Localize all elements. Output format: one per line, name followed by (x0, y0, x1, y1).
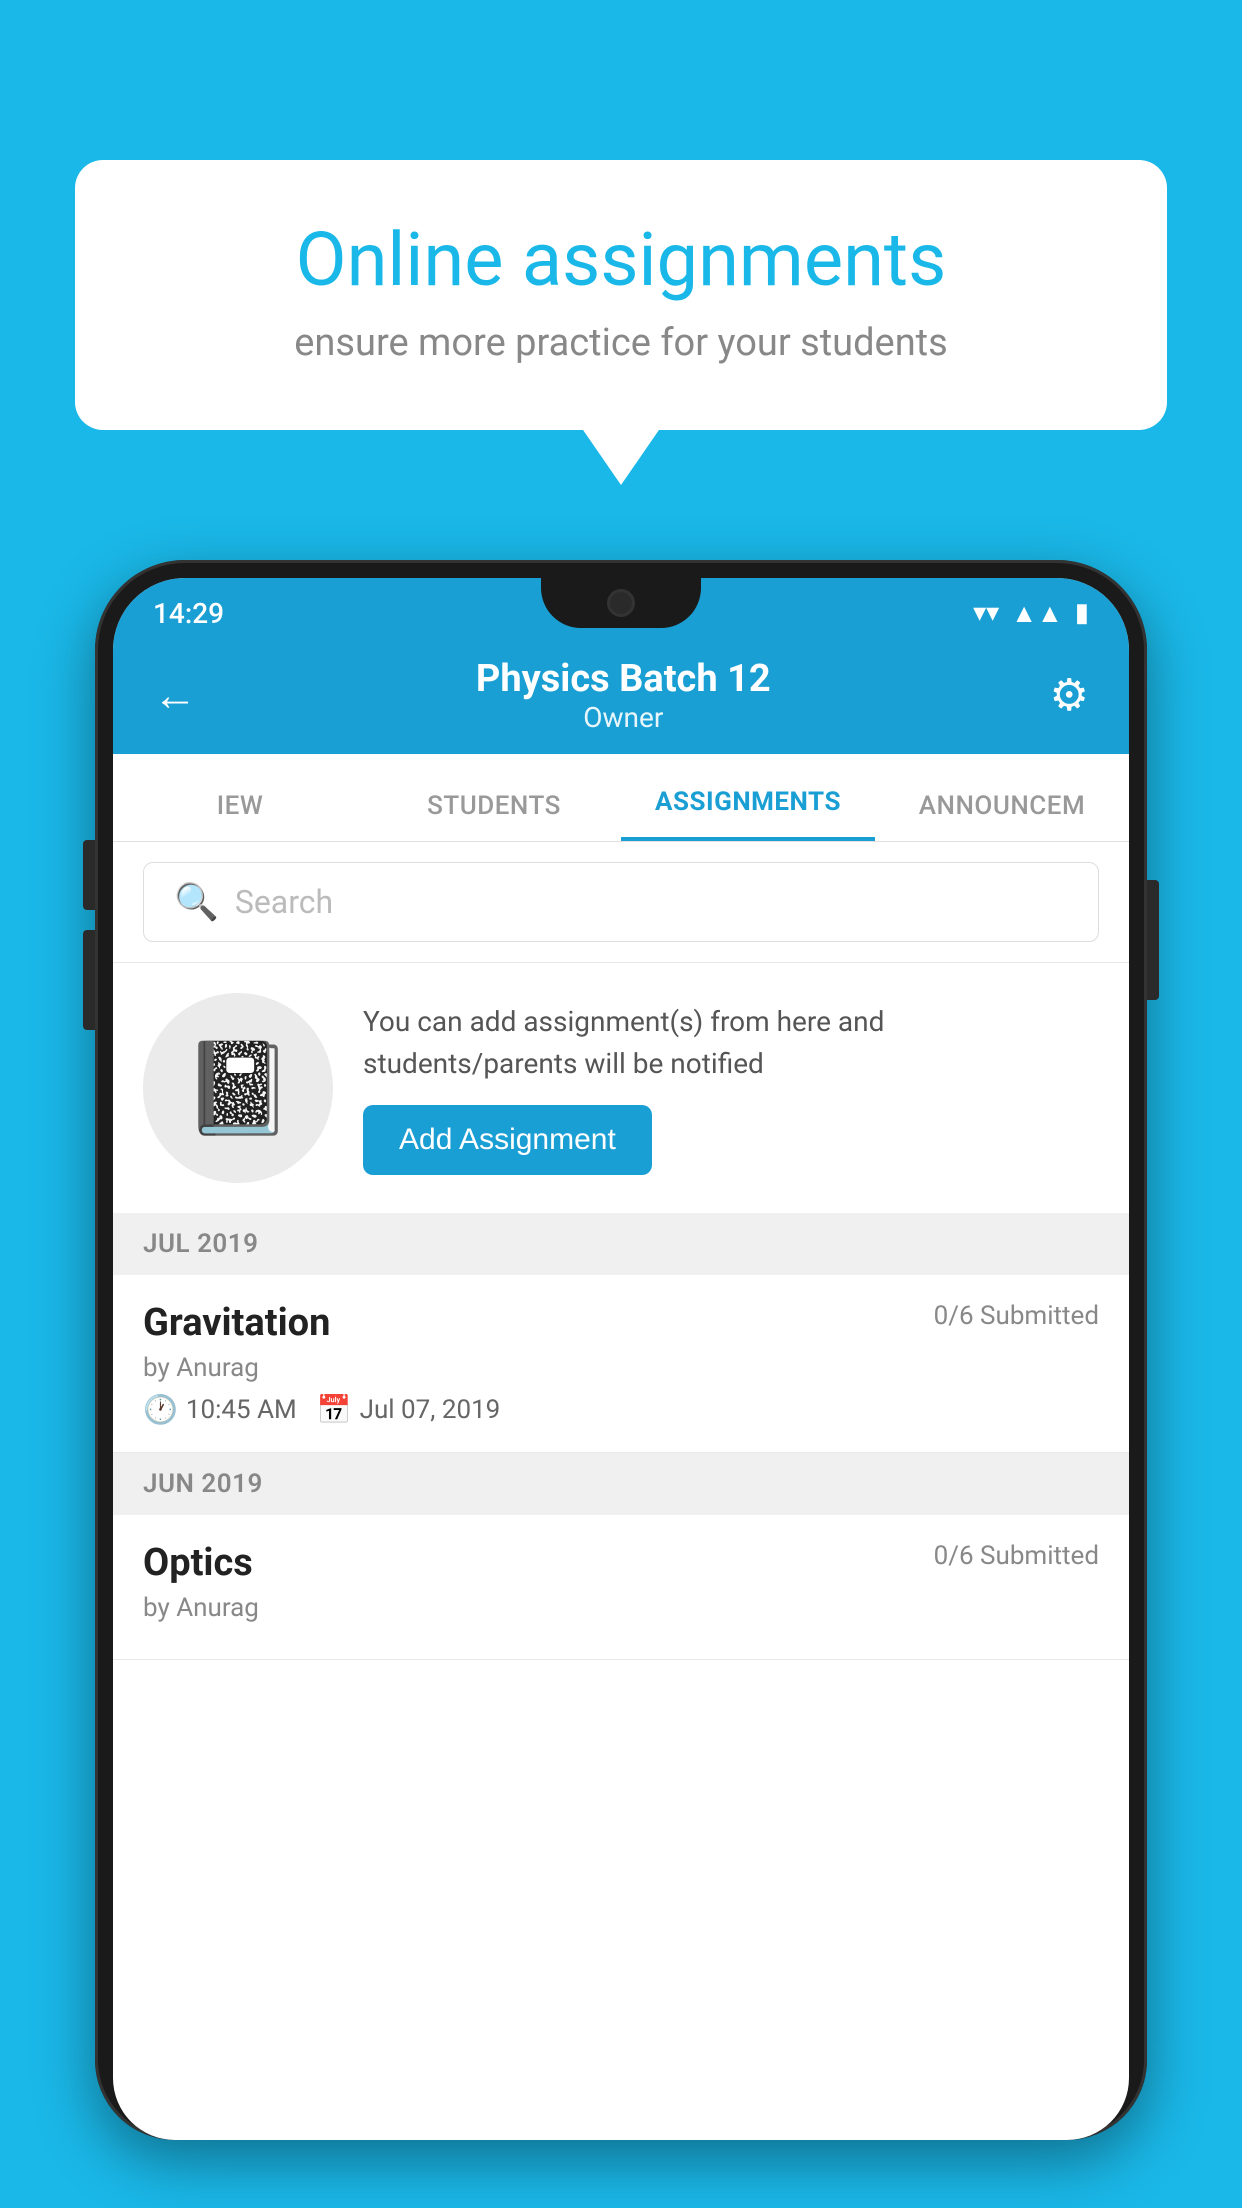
settings-icon[interactable]: ⚙ (1050, 669, 1089, 721)
tab-iew[interactable]: IEW (113, 791, 367, 841)
vol-down-button (83, 930, 95, 1030)
notebook-icon-circle: 📓 (143, 993, 333, 1183)
section-header-jun: JUN 2019 (113, 1453, 1129, 1515)
speech-bubble-container: Online assignments ensure more practice … (75, 160, 1167, 430)
bubble-title: Online assignments (155, 220, 1087, 301)
calendar-icon: 📅 (317, 1393, 352, 1426)
assignment-time-gravitation: 🕐 10:45 AM (143, 1393, 297, 1426)
header-title: Physics Batch 12 (476, 657, 771, 701)
info-section: 📓 You can add assignment(s) from here an… (113, 963, 1129, 1213)
assignment-top-optics: Optics 0/6 Submitted (143, 1541, 1099, 1585)
header-subtitle: Owner (476, 701, 771, 734)
app-header: ← Physics Batch 12 Owner ⚙ (113, 636, 1129, 754)
back-button[interactable]: ← (153, 669, 197, 721)
assignment-title-optics: Optics (143, 1541, 253, 1585)
assignment-date-value: Jul 07, 2019 (360, 1395, 501, 1425)
phone-body: 14:29 ▾▾ ▲▲ ▮ ← Physics Batch 12 Owner ⚙… (95, 560, 1147, 2140)
phone-camera (607, 589, 635, 617)
assignment-submitted-gravitation: 0/6 Submitted (934, 1301, 1099, 1331)
header-center: Physics Batch 12 Owner (476, 657, 771, 734)
assignment-item-optics[interactable]: Optics 0/6 Submitted by Anurag (113, 1515, 1129, 1660)
assignment-by-gravitation: by Anurag (143, 1353, 1099, 1383)
status-time: 14:29 (153, 597, 224, 630)
tabs-container: IEW STUDENTS ASSIGNMENTS ANNOUNCEM (113, 754, 1129, 842)
wifi-icon: ▾▾ (973, 598, 999, 628)
signal-icon: ▲▲ (1011, 598, 1062, 629)
speech-bubble: Online assignments ensure more practice … (75, 160, 1167, 430)
section-header-jul: JUL 2019 (113, 1213, 1129, 1275)
assignment-title-gravitation: Gravitation (143, 1301, 330, 1345)
power-button (1147, 880, 1159, 1000)
status-icons: ▾▾ ▲▲ ▮ (973, 598, 1089, 629)
search-icon: 🔍 (174, 881, 219, 923)
bubble-subtitle: ensure more practice for your students (155, 321, 1087, 365)
assignment-by-optics: by Anurag (143, 1593, 1099, 1623)
tab-students[interactable]: STUDENTS (367, 791, 621, 841)
assignment-item-gravitation[interactable]: Gravitation 0/6 Submitted by Anurag 🕐 10… (113, 1275, 1129, 1453)
notebook-icon: 📓 (182, 1036, 294, 1141)
tab-assignments[interactable]: ASSIGNMENTS (621, 787, 875, 841)
search-container: 🔍 Search (113, 842, 1129, 962)
clock-icon: 🕐 (143, 1393, 178, 1426)
assignment-time-value: 10:45 AM (186, 1395, 297, 1425)
info-text-block: You can add assignment(s) from here and … (363, 1001, 1099, 1175)
search-bar[interactable]: 🔍 Search (143, 862, 1099, 942)
assignment-top: Gravitation 0/6 Submitted (143, 1301, 1099, 1345)
info-description: You can add assignment(s) from here and … (363, 1001, 1099, 1085)
assignment-meta-gravitation: 🕐 10:45 AM 📅 Jul 07, 2019 (143, 1393, 1099, 1426)
assignment-submitted-optics: 0/6 Submitted (934, 1541, 1099, 1571)
assignment-date-gravitation: 📅 Jul 07, 2019 (317, 1393, 501, 1426)
add-assignment-button[interactable]: Add Assignment (363, 1105, 652, 1175)
search-placeholder: Search (235, 883, 333, 921)
phone-notch (541, 578, 701, 628)
battery-icon: ▮ (1075, 598, 1089, 628)
phone-screen: 14:29 ▾▾ ▲▲ ▮ ← Physics Batch 12 Owner ⚙… (113, 578, 1129, 2140)
vol-up-button (83, 840, 95, 910)
tab-announcements[interactable]: ANNOUNCEM (875, 791, 1129, 841)
phone-container: 14:29 ▾▾ ▲▲ ▮ ← Physics Batch 12 Owner ⚙… (95, 560, 1147, 2208)
